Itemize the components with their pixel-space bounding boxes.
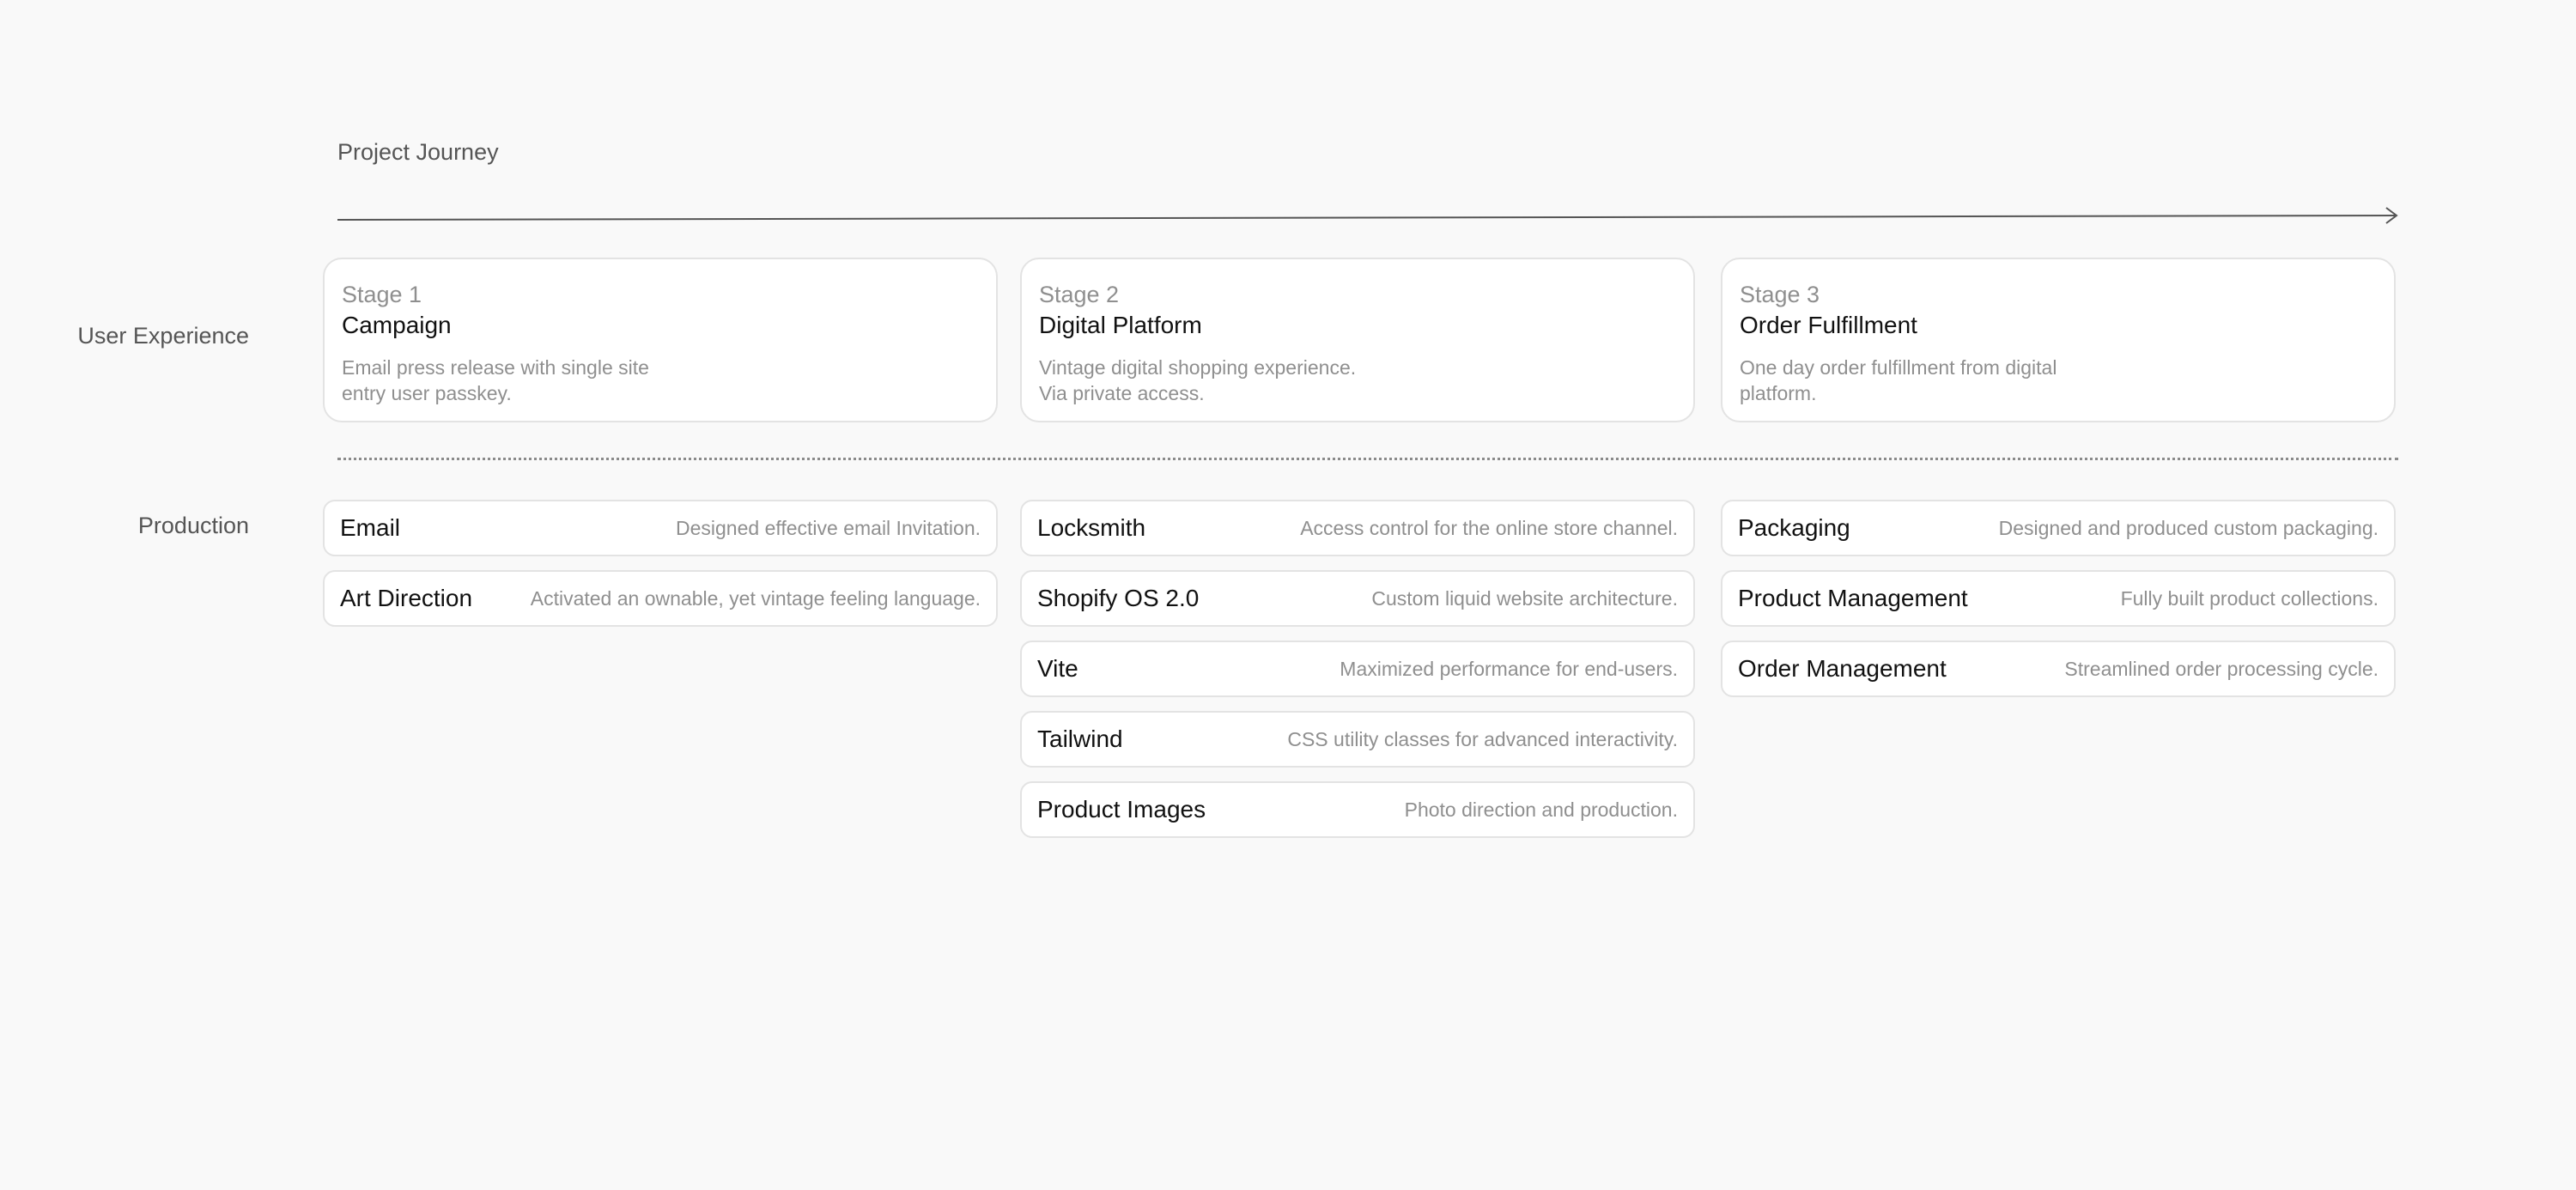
production-item-name: Order Management [1738,655,1947,682]
production-item[interactable]: Vite Maximized performance for end-users… [1020,641,1695,697]
stage-description: Email press release with single site ent… [342,356,649,404]
production-item[interactable]: Product Images Photo direction and produ… [1020,781,1695,838]
production-item-description: Maximized performance for end-users. [1340,657,1678,680]
stage-card[interactable]: Stage 1 Campaign Email press release wit… [323,258,998,422]
production-item-description: Designed and produced custom packaging. [1998,516,2379,539]
production-item-name: Locksmith [1037,514,1146,541]
stage-name: Digital Platform [1039,312,1202,338]
production-item-name: Tailwind [1037,726,1123,752]
production-item-name: Packaging [1738,514,1850,541]
production-item-name: Shopify OS 2.0 [1037,585,1200,611]
production-item-description: Designed effective email Invitation. [676,516,981,539]
production-item-name: Product Management [1738,585,1968,611]
production-item[interactable]: Order Management Streamlined order proce… [1721,641,2396,697]
production-item-description: Streamlined order processing cycle. [2064,657,2379,680]
stage-number: Stage 3 [1740,282,1820,307]
row-label-production: Production [137,513,249,538]
section-divider [337,458,2398,460]
production-item-description: Custom liquid website architecture. [1371,586,1678,610]
row-label-user-experience: User Experience [77,323,249,349]
production-item-description: Fully built product collections. [2120,586,2379,610]
production-item[interactable]: Tailwind CSS utility classes for advance… [1020,711,1695,768]
production-item-description: Photo direction and production. [1404,798,1678,821]
stage-name: Campaign [342,312,452,338]
stage-card[interactable]: Stage 2 Digital Platform Vintage digital… [1020,258,1695,422]
stage-number: Stage 2 [1039,282,1120,307]
production-column-stage-1: Email Designed effective email Invitatio… [323,500,998,641]
production-item[interactable]: Art Direction Activated an ownable, yet … [323,570,998,627]
journey-title: Project Journey [337,139,499,165]
production-item-name: Product Images [1037,796,1206,823]
production-item[interactable]: Email Designed effective email Invitatio… [323,500,998,556]
stage-card[interactable]: Stage 3 Order Fulfillment One day order … [1721,258,2396,422]
production-item-description: Activated an ownable, yet vintage feelin… [530,586,981,610]
production-item-name: Email [340,514,401,541]
production-item[interactable]: Packaging Designed and produced custom p… [1721,500,2396,556]
production-column-stage-3: Packaging Designed and produced custom p… [1721,500,2396,711]
stage-name: Order Fulfillment [1740,312,1917,338]
arrow-right-icon [337,207,2398,224]
stage-number: Stage 1 [342,282,422,307]
production-item[interactable]: Product Management Fully built product c… [1721,570,2396,627]
production-column-stage-2: Locksmith Access control for the online … [1020,500,1695,852]
production-item-name: Art Direction [340,585,473,611]
production-item[interactable]: Locksmith Access control for the online … [1020,500,1695,556]
stage-description: One day order fulfillment from digital p… [1740,356,2057,404]
production-item-description: Access control for the online store chan… [1300,516,1678,539]
production-item-name: Vite [1037,655,1078,682]
production-item[interactable]: Shopify OS 2.0 Custom liquid website arc… [1020,570,1695,627]
stage-description: Vintage digital shopping experience. Via… [1039,356,1357,404]
production-item-description: CSS utility classes for advanced interac… [1287,727,1678,750]
